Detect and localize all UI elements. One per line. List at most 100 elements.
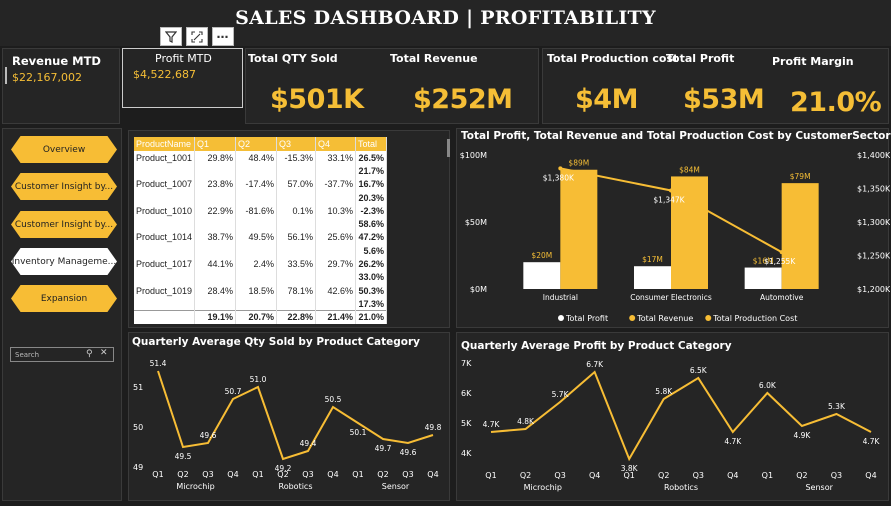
table-cell: -37.7% (315, 177, 357, 191)
table-cell: 22.9% (194, 204, 237, 218)
table-cell (276, 270, 317, 284)
search-box[interactable]: Search ⚲ ✕ (10, 347, 114, 362)
table-cell (276, 297, 317, 311)
total-production-cost-value: $4M (575, 84, 638, 115)
production-cost-point (779, 250, 784, 255)
x-tick-label: Q4 (227, 470, 238, 479)
page-title: SALES DASHBOARD | PROFITABILITY (235, 7, 656, 29)
matrix-header[interactable]: Q3 (276, 137, 317, 151)
nav-button-inventory-management[interactable]: Inventory Manageme... (11, 248, 117, 275)
table-cell (315, 190, 357, 205)
table-cell (194, 190, 237, 205)
x-group-label: Microchip (524, 483, 562, 492)
table-row[interactable]: 21.7% (134, 164, 388, 178)
matrix-header[interactable]: Q2 (235, 137, 278, 151)
table-row[interactable]: Product_1019 28.4% 18.5% 78.1% 42.6% 50.3% (134, 283, 388, 298)
data-label: 49.6 (400, 448, 417, 457)
total-profit-value: $53M (683, 84, 765, 115)
y-tick-label: 4K (461, 449, 472, 458)
table-row[interactable]: 20.3% (134, 190, 388, 205)
table-cell (235, 190, 278, 205)
table-cell (235, 297, 278, 311)
nav-button-customer-insight-1[interactable]: Customer Insight by... (11, 173, 117, 200)
legend-marker (705, 315, 712, 321)
data-label: 4.8K (517, 417, 535, 426)
table-row[interactable]: Product_1010 22.9% -81.6% 0.1% 10.3% -2.3% (134, 204, 388, 218)
matrix-header[interactable]: Q1 (194, 137, 237, 151)
table-row[interactable]: Product_1001 29.8% 48.4% -15.3% 33.1% 26.5% (134, 151, 388, 165)
table-row[interactable]: Product_1014 38.7% 49.5% 56.1% 25.6% 47.2% (134, 230, 388, 245)
table-row[interactable]: 17.3% (134, 297, 388, 311)
matrix-header[interactable]: ProductName (134, 137, 196, 151)
table-cell: 17.3% (355, 297, 388, 311)
product-name-cell (134, 270, 196, 284)
profit-mtd-label: Profit MTD (155, 52, 212, 65)
y-right-tick-label: $1,200K (857, 285, 890, 294)
sector-combo-chart: $0M $50M $100M $1,200K $1,250K $1,300K $1,350K… (460, 151, 890, 323)
series-line (490, 370, 872, 462)
table-row[interactable]: 58.6% (134, 217, 388, 231)
table-row[interactable]: Product_1007 23.8% -17.4% 57.0% -37.7% 16.7% (134, 177, 388, 191)
search-icon[interactable]: ⚲ (86, 349, 93, 359)
profit-data-label: $17M (642, 255, 663, 264)
x-group-label: Sensor (805, 483, 833, 492)
profit-margin-label: Profit Margin (772, 55, 854, 68)
data-label: 51.0 (250, 375, 267, 384)
profit-margin-matrix: ProductName Q1 Q2 Q3 Q4 Total Product_10… (134, 137, 388, 324)
visual-header-icons: ⋯ (160, 27, 234, 46)
table-cell (235, 217, 278, 231)
total-revenue-value: $252M (413, 84, 513, 115)
data-label: 5.7K (552, 390, 570, 399)
nav-button-customer-insight-2[interactable]: Customer Insight by... (11, 211, 117, 238)
table-cell: 28.4% (194, 283, 237, 298)
data-label: 49.4 (300, 439, 317, 448)
x-tick-label: Q2 (177, 470, 188, 479)
table-row[interactable]: 5.6% (134, 244, 388, 258)
table-cell: 10.3% (315, 204, 357, 218)
nav-button-expansion[interactable]: Expansion (11, 285, 117, 312)
table-cell: 23.8% (194, 177, 237, 191)
legend-label: Total Revenue (636, 314, 693, 323)
table-cell: 33.5% (276, 257, 317, 271)
x-group-label: Sensor (382, 482, 410, 491)
kpi-card-profit-mtd[interactable]: Profit MTD $4,522,687 (122, 48, 243, 108)
total-cell: 20.7% (235, 310, 278, 324)
matrix-header[interactable]: Total (355, 137, 388, 151)
clear-icon[interactable]: ✕ (100, 348, 108, 358)
y-tick-label: 51 (133, 383, 143, 392)
product-name-cell (134, 190, 196, 205)
data-label: 6.5K (690, 366, 708, 375)
profit-data-label: $20M (531, 251, 552, 260)
data-label: 4.7K (724, 437, 742, 446)
matrix-header[interactable]: Q4 (315, 137, 357, 151)
series-line (157, 370, 434, 461)
data-label: 51.4 (150, 359, 167, 368)
x-tick-label: Q3 (402, 470, 413, 479)
table-cell: 16.7% (355, 177, 388, 191)
table-row[interactable]: Product_1017 44.1% 2.4% 33.5% 29.7% 26.2% (134, 257, 388, 271)
production-cost-data-label: $1,255K (764, 257, 796, 266)
revenue-bar (781, 183, 819, 289)
x-tick-label: Q4 (327, 470, 338, 479)
product-name-cell: Product_1010 (134, 204, 196, 218)
total-cell: 22.8% (276, 310, 317, 324)
nav-button-overview[interactable]: Overview (11, 136, 117, 163)
filter-icon[interactable] (160, 27, 182, 46)
y-left-tick-label: $0M (470, 285, 487, 294)
matrix-header-row: ProductName Q1 Q2 Q3 Q4 Total (134, 137, 388, 151)
table-row[interactable]: 33.0% (134, 270, 388, 284)
total-qty-sold-label: Total QTY Sold (248, 52, 338, 65)
kpi-card-revenue-mtd: Revenue MTD $22,167,002 (2, 48, 120, 124)
nav-panel: Overview Customer Insight by... Customer… (2, 128, 122, 501)
data-label: 49.6 (200, 431, 217, 440)
production-cost-point (558, 166, 563, 171)
profit-margin-value: 21.0% (790, 87, 882, 118)
table-cell: -81.6% (235, 204, 278, 218)
more-options-icon[interactable]: ⋯ (212, 27, 234, 46)
table-cell: 20.3% (355, 190, 388, 205)
table-cell (315, 244, 357, 258)
scrollbar[interactable] (447, 139, 450, 157)
data-label: 5.3K (828, 402, 846, 411)
focus-mode-icon[interactable] (186, 27, 208, 46)
product-name-cell: Product_1014 (134, 230, 196, 245)
